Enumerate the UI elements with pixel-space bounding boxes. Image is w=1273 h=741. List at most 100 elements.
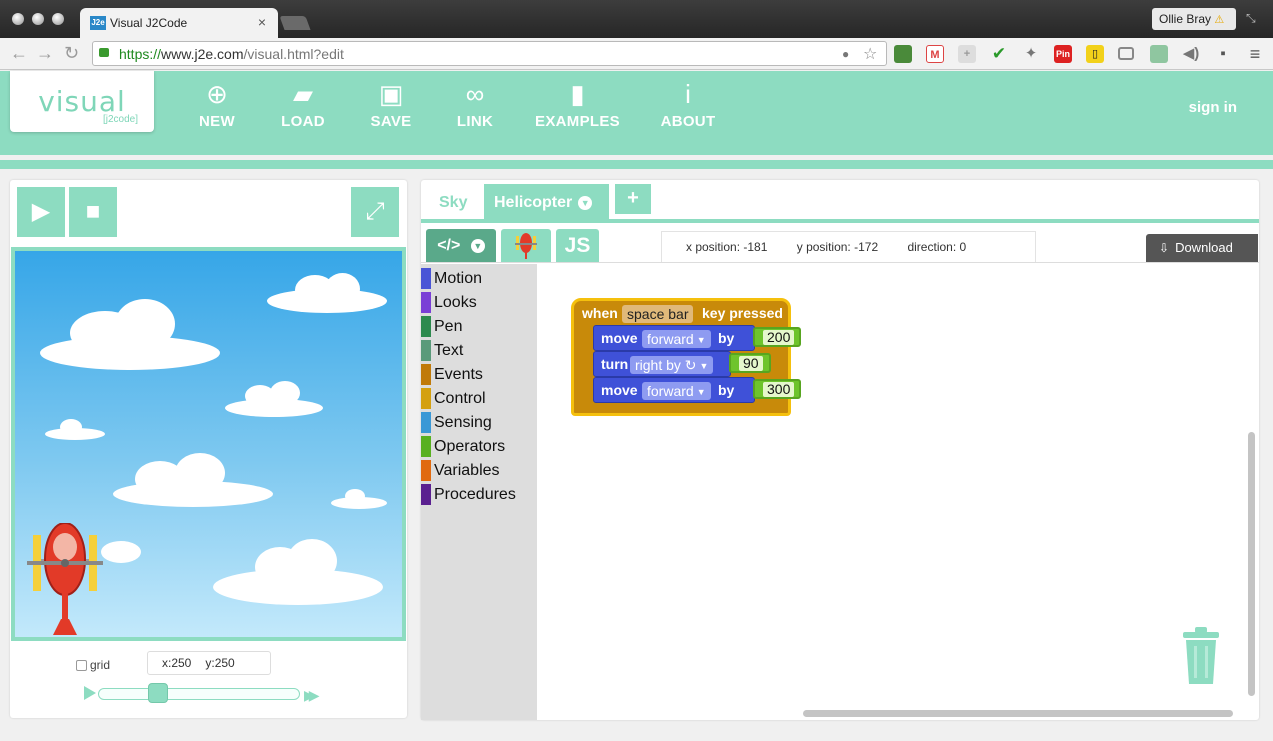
address-bar[interactable]: https://www.j2e.com/visual.html?edit ● ☆ (92, 41, 887, 66)
play-icon: ▶ (31, 198, 51, 225)
plus-icon: + (627, 187, 639, 209)
speed-fast-icon[interactable]: ▶▶ (304, 687, 319, 704)
browser-titlebar: J2e Visual J2Code × Ollie Bray ⚠ ⤡ (0, 0, 1273, 38)
vertical-scrollbar[interactable] (1248, 432, 1255, 696)
stage-panel: ▶ ■ ⤢ grid x:250 y:250 ▶▶ (10, 180, 407, 718)
category-variables[interactable]: Variables (421, 460, 500, 481)
warning-icon: ⚠ (1214, 14, 1225, 26)
lightbulb-icon[interactable]: ● (842, 47, 849, 61)
new-button[interactable]: ⊕ NEW (177, 79, 257, 130)
number-block[interactable]: 90 (729, 353, 771, 373)
download-icon: ⇩ (1159, 241, 1170, 255)
back-icon[interactable]: ← (10, 43, 28, 64)
costume-mode-button[interactable] (501, 229, 551, 262)
forward-icon[interactable]: → (36, 43, 54, 64)
floppy-disk-icon: ▣ (378, 79, 404, 109)
new-tab-button[interactable] (279, 16, 311, 30)
chevron-down-icon[interactable]: ▼ (470, 239, 485, 253)
direction-dropdown[interactable]: forward ▼ (642, 382, 711, 400)
extension-plug-icon[interactable]: ▪ (1214, 45, 1232, 63)
play-button[interactable]: ▶ (17, 187, 65, 237)
speed-slider[interactable] (98, 688, 300, 700)
extension-google-plus-icon[interactable]: + (958, 45, 976, 63)
stage-canvas[interactable] (11, 247, 406, 641)
category-events[interactable]: Events (421, 364, 483, 385)
stop-button[interactable]: ■ (69, 187, 117, 237)
turn-direction-dropdown[interactable]: right by ↻ ▼ (630, 356, 714, 374)
bookmark-star-icon[interactable]: ☆ (863, 44, 877, 64)
browser-tab-title: Visual J2Code (110, 16, 188, 30)
javascript-mode-button[interactable]: JS (556, 229, 599, 262)
category-motion[interactable]: Motion (421, 268, 482, 289)
direction-dropdown[interactable]: forward ▼ (642, 330, 711, 348)
fullscreen-window-icon[interactable]: ⤡ (1246, 11, 1256, 26)
reload-icon[interactable]: ↻ (64, 43, 79, 64)
category-procedures[interactable]: Procedures (421, 484, 516, 505)
tab-helicopter[interactable]: Helicopter ▼ (484, 184, 609, 221)
download-button[interactable]: ⇩ Download (1146, 234, 1258, 262)
grid-toggle[interactable]: grid (76, 658, 110, 672)
tab-sky[interactable]: Sky (421, 184, 483, 221)
extension-puzzle-icon[interactable]: ✦ (1022, 45, 1040, 63)
grid-checkbox[interactable] (76, 660, 87, 671)
profile-button[interactable]: Ollie Bray ⚠ (1152, 8, 1236, 30)
extension-evernote-icon[interactable] (894, 45, 912, 63)
category-pen[interactable]: Pen (421, 316, 462, 337)
browser-tab[interactable]: J2e Visual J2Code × (80, 8, 278, 38)
app-header: visual [j2code] ⊕ NEW ▰ LOAD ▣ SAVE ∞ LI… (0, 71, 1273, 169)
speed-slow-icon[interactable] (84, 686, 96, 700)
extension-phone-icon[interactable]: ▯ (1086, 45, 1104, 63)
workspace-border (421, 262, 1259, 263)
direction: direction: 0 (907, 240, 967, 254)
speed-slider-handle[interactable] (148, 683, 168, 703)
fullscreen-button[interactable]: ⤢ (351, 187, 399, 237)
extension-pinterest-icon[interactable]: Pin (1054, 45, 1072, 63)
chain-link-icon: ∞ (465, 79, 485, 109)
helicopter-costume-icon (515, 233, 537, 259)
window-minimize-button[interactable] (32, 13, 44, 25)
trash-icon[interactable] (1181, 626, 1221, 686)
link-button[interactable]: ∞ LINK (435, 79, 515, 130)
block-palette: Motion Looks Pen Text Events Control Sen… (421, 264, 537, 720)
extension-maps-icon[interactable] (1150, 45, 1168, 63)
number-block[interactable]: 200 (753, 327, 801, 347)
chevron-down-icon[interactable]: ▼ (578, 196, 593, 210)
visual-j2code-logo[interactable]: visual [j2code] (10, 71, 154, 132)
category-control[interactable]: Control (421, 388, 486, 409)
bookmark-icon: ▮ (570, 79, 585, 109)
number-value[interactable]: 300 (763, 382, 795, 397)
block-when-label: when (582, 305, 618, 321)
browser-menu-icon[interactable]: ≡ (1246, 45, 1264, 63)
number-value[interactable]: 90 (739, 356, 763, 371)
close-tab-icon[interactable]: × (258, 14, 266, 30)
category-looks[interactable]: Looks (421, 292, 477, 313)
extension-check-icon[interactable]: ✔ (990, 45, 1008, 63)
category-text[interactable]: Text (421, 340, 463, 361)
logo-subtitle: [j2code] (102, 114, 138, 125)
helicopter-sprite[interactable] (25, 523, 105, 635)
code-icon: </> (437, 237, 461, 254)
load-button[interactable]: ▰ LOAD (263, 79, 343, 130)
number-value[interactable]: 200 (763, 330, 795, 345)
window-zoom-button[interactable] (52, 13, 64, 25)
examples-button[interactable]: ▮ EXAMPLES (530, 79, 625, 130)
turn-block[interactable]: turn right by ↻ ▼ (593, 351, 731, 377)
extension-speaker-icon[interactable]: ◀) (1182, 45, 1200, 63)
about-button[interactable]: i ABOUT (648, 79, 728, 130)
category-sensing[interactable]: Sensing (421, 412, 492, 433)
number-block[interactable]: 300 (753, 379, 801, 399)
save-button[interactable]: ▣ SAVE (351, 79, 431, 130)
move-block[interactable]: move forward ▼ by (593, 325, 755, 351)
sprite-info-bar: x position: -181 y position: -172 direct… (661, 231, 1036, 262)
move-block[interactable]: move forward ▼ by (593, 377, 755, 403)
add-sprite-button[interactable]: + (615, 184, 651, 214)
key-dropdown[interactable]: space bar (622, 305, 694, 323)
extension-cast-icon[interactable] (1118, 47, 1134, 60)
sign-in-link[interactable]: sign in (1189, 99, 1237, 116)
window-close-button[interactable] (12, 13, 24, 25)
extension-gmail-icon[interactable]: M (926, 45, 944, 63)
code-mode-button[interactable]: </> ▼ (426, 229, 496, 262)
category-operators[interactable]: Operators (421, 436, 505, 457)
horizontal-scrollbar[interactable] (803, 710, 1233, 717)
url-text: https://www.j2e.com/visual.html?edit (119, 46, 344, 62)
